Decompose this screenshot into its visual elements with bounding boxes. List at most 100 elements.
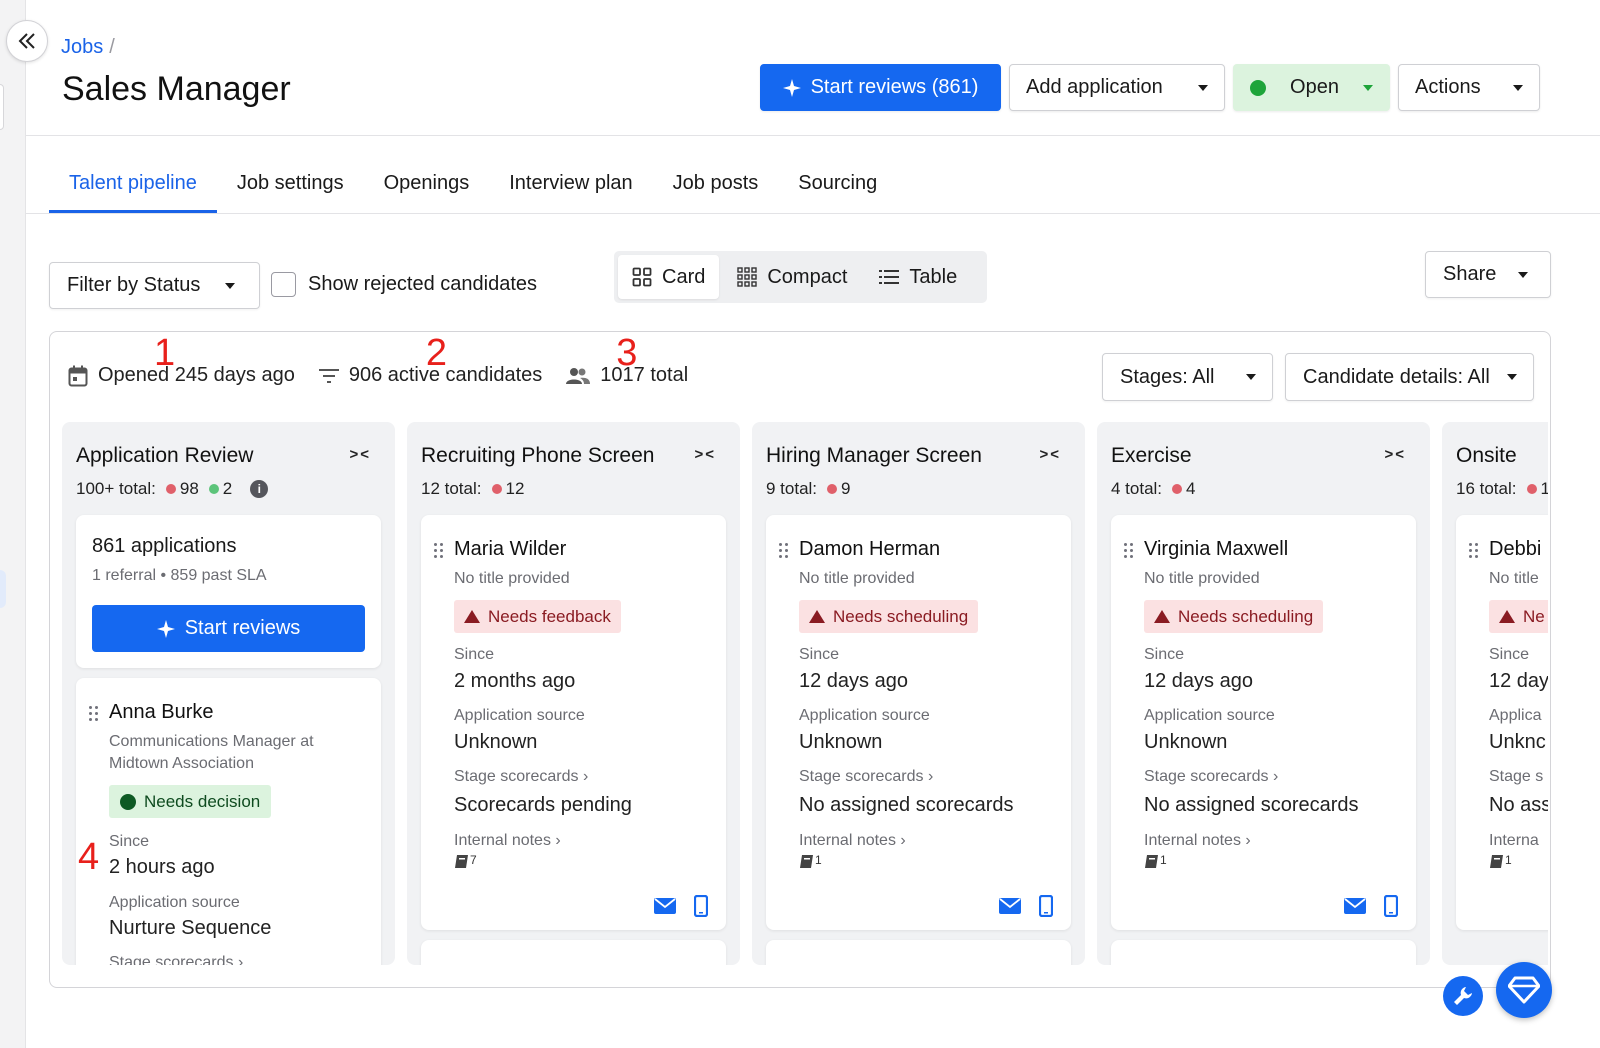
phone-icon[interactable] [694, 895, 708, 917]
candidate-name[interactable]: Virginia Maxwell [1144, 538, 1288, 561]
candidate-name[interactable]: Debbi [1489, 538, 1541, 561]
stage-count-label: 16 total: [1456, 479, 1517, 498]
start-reviews-button[interactable]: Start reviews (861) [760, 64, 1001, 111]
collapse-sidebar-button[interactable] [6, 20, 48, 62]
candidate-card[interactable]: Virginia Maxwell No title provided Needs… [1111, 515, 1416, 930]
breadcrumb-jobs-link[interactable]: Jobs [61, 36, 103, 58]
scorecards-label[interactable]: Stage s [1489, 768, 1543, 786]
candidate-card-partial [421, 940, 726, 965]
status-badge-label: Needs scheduling [833, 606, 969, 626]
since-value: 2 hours ago [109, 856, 215, 878]
tab-sourcing[interactable]: Sourcing [778, 160, 897, 213]
drag-handle-icon[interactable] [89, 706, 101, 722]
view-compact-button[interactable]: Compact [723, 255, 861, 299]
tools-button[interactable] [1443, 976, 1483, 1016]
email-icon[interactable] [654, 898, 676, 914]
candidate-details-filter-button[interactable]: Candidate details: All [1285, 353, 1534, 401]
stat-active: 906 active candidates 2 [318, 334, 542, 387]
job-status-label: Open [1290, 76, 1339, 98]
show-rejected-toggle[interactable]: Show rejected candidates [271, 272, 537, 297]
drag-handle-icon[interactable] [1469, 543, 1481, 559]
notes-label[interactable]: Interna [1489, 832, 1539, 850]
start-reviews-card-button[interactable]: Start reviews [92, 605, 365, 652]
share-button[interactable]: Share [1425, 251, 1551, 298]
scorecards-label[interactable]: Stage scorecards › [1144, 768, 1278, 786]
grid-icon [632, 267, 652, 287]
add-application-button[interactable]: Add application [1009, 64, 1225, 111]
status-badge-label: Needs feedback [488, 606, 611, 626]
drag-handle-icon[interactable] [434, 543, 446, 559]
status-badge: Needs scheduling [799, 600, 979, 633]
scorecards-value: No assigned scorecards [799, 794, 1014, 816]
warning-icon [1154, 610, 1170, 623]
notes-label[interactable]: Internal notes › [454, 832, 561, 850]
email-icon[interactable] [1344, 898, 1366, 914]
show-rejected-label: Show rejected candidates [308, 273, 538, 295]
candidate-name[interactable]: Damon Herman [799, 538, 940, 561]
annotation-3: 3 [616, 332, 638, 374]
notes-label[interactable]: Internal notes › [799, 832, 906, 850]
source-label: Application source [454, 707, 585, 724]
stages-filter-button[interactable]: Stages: All [1102, 353, 1273, 401]
stages-filter-label: Stages: All [1120, 365, 1215, 388]
scorecards-value: No assigned scorecards [1144, 794, 1359, 816]
email-icon[interactable] [999, 898, 1021, 914]
sparkle-icon [156, 619, 175, 638]
candidate-name[interactable]: Anna Burke [109, 701, 214, 724]
collapse-column-icon[interactable]: >< [694, 446, 716, 463]
collapse-column-icon[interactable]: >< [1039, 446, 1061, 463]
info-icon[interactable]: i [250, 480, 269, 498]
tab-job-posts[interactable]: Job posts [653, 160, 779, 213]
source-label: Application source [799, 707, 930, 724]
tab-job-settings[interactable]: Job settings [217, 160, 364, 213]
scorecards-label[interactable]: Stage scorecards › [454, 768, 588, 786]
view-table-button[interactable]: Table [865, 255, 971, 299]
tab-openings[interactable]: Openings [364, 160, 490, 213]
candidate-subtitle: No title provided [1144, 570, 1260, 587]
contact-actions [1344, 895, 1398, 917]
phone-icon[interactable] [1384, 895, 1398, 917]
source-value: Unknown [454, 731, 538, 753]
tab-interview-plan[interactable]: Interview plan [489, 160, 652, 213]
source-value: Unknown [799, 731, 883, 753]
notes-label[interactable]: Internal notes › [1144, 832, 1251, 850]
notes-count: 1 [1505, 853, 1512, 867]
tab-talent-pipeline[interactable]: Talent pipeline [49, 160, 217, 213]
annotation-2: 2 [425, 332, 447, 374]
status-badge: Needs feedback [454, 600, 621, 633]
candidate-card-partial [1111, 940, 1416, 965]
drag-handle-icon[interactable] [779, 543, 791, 559]
notes-indicator: 1 [799, 853, 822, 869]
collapse-column-icon[interactable]: >< [349, 446, 371, 463]
collapse-column-icon[interactable]: >< [1384, 446, 1406, 463]
drag-handle-icon[interactable] [1124, 543, 1136, 559]
breadcrumb: Jobs / [61, 36, 115, 59]
actions-button[interactable]: Actions [1398, 64, 1540, 111]
show-rejected-checkbox[interactable] [271, 272, 296, 297]
status-badge-label: Ne [1523, 606, 1545, 626]
candidate-card[interactable]: Maria Wilder No title provided Needs fee… [421, 515, 726, 930]
gem-assistant-button[interactable] [1496, 962, 1552, 1018]
red-dot-icon [827, 484, 838, 494]
stat-total-text: 1017 total [600, 364, 689, 386]
left-rail [0, 0, 26, 1048]
candidate-card[interactable]: Anna Burke Communications Manager at Mid… [76, 678, 381, 965]
candidate-card[interactable]: Damon Herman No title provided Needs sch… [766, 515, 1071, 930]
caret-down-icon [1513, 84, 1523, 91]
phone-icon[interactable] [1039, 895, 1053, 917]
status-circle-icon [120, 793, 136, 810]
scorecards-label[interactable]: Stage scorecards › [109, 954, 243, 965]
candidate-name[interactable]: Maria Wilder [454, 538, 566, 561]
stage-red-count: 12 [505, 479, 525, 498]
pipeline-board: Opened 245 days ago 1 906 active candida… [49, 331, 1551, 988]
status-badge-label: Needs decision [144, 791, 261, 811]
scorecards-label[interactable]: Stage scorecards › [799, 768, 933, 786]
status-badge: Ne [1489, 600, 1548, 633]
notebook-icon [455, 855, 468, 868]
candidate-card[interactable]: Debbi No title Ne Since 12 day Applica U… [1456, 515, 1548, 930]
notes-indicator: 1 [1144, 853, 1167, 869]
view-card-button[interactable]: Card [618, 255, 720, 299]
job-status-button[interactable]: Open [1233, 64, 1390, 111]
filter-by-status-button[interactable]: Filter by Status [49, 262, 260, 309]
caret-down-icon [1507, 374, 1517, 380]
